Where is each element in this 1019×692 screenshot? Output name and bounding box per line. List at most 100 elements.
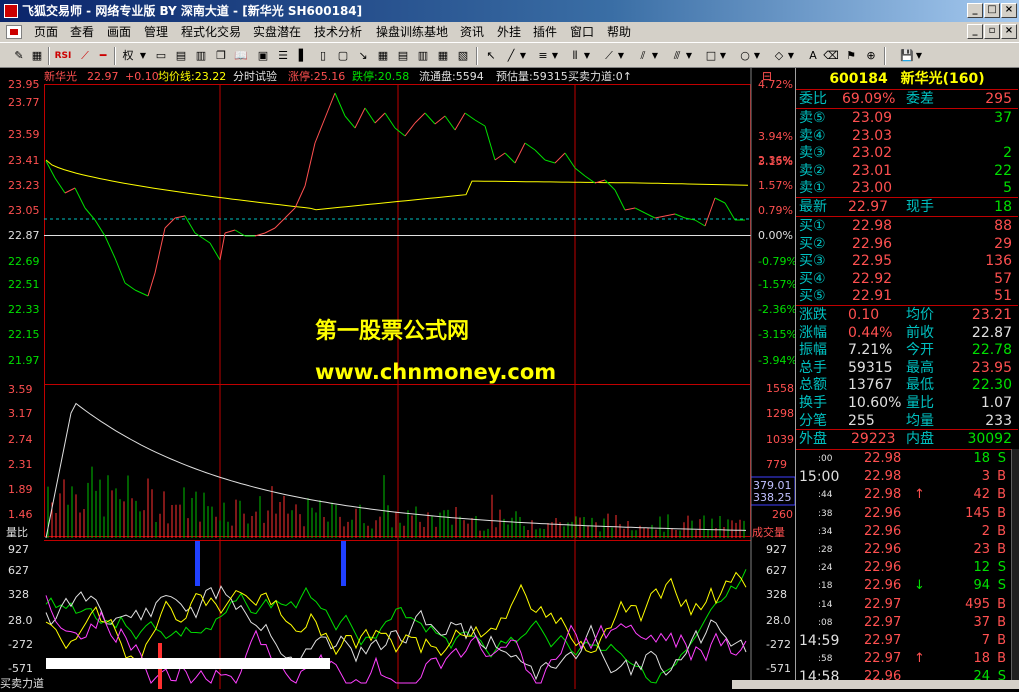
menu-tech-analysis[interactable]: 技术分析 [314, 22, 362, 42]
stat-row: 涨幅 0.44% 前收 22.87 [796, 324, 1018, 342]
close-button[interactable]: × [1001, 3, 1017, 18]
tick-price: 22.96 [864, 542, 902, 557]
ind-tick: 28.0 [766, 614, 791, 627]
rsi-button[interactable]: RSI [52, 47, 74, 65]
price-axis-right-ticks: 2.36% 1.57% 0.79% 0.00% -0.79% -1.57% -2… [758, 154, 797, 367]
erase-icon[interactable]: ⌫ [822, 47, 840, 65]
volume-cursor-value: 338.25 [753, 491, 792, 504]
doc-icon[interactable]: ▢ [334, 47, 352, 65]
stat-label: 量比 [906, 395, 934, 411]
tick-time: :08 [818, 617, 833, 628]
last-row: 最新 22.97 现手 18 [796, 198, 1018, 216]
intraday-chart[interactable]: 新华光 22.97 +0.10 均价线:23.22 分时试验 涨停:25.16 … [0, 68, 797, 690]
stat-label: 涨幅 [799, 324, 827, 341]
ind-tick: -272 [766, 638, 791, 651]
minimize-button[interactable]: _ [967, 3, 983, 18]
grid2-icon[interactable]: ▦ [374, 47, 392, 65]
buy-level-label: 买① [799, 218, 826, 234]
buy-row: 买④ 22.92 57 [796, 270, 1018, 288]
child-minimize-button[interactable]: _ [967, 24, 983, 39]
chevron-down-icon[interactable]: ▼ [718, 47, 728, 65]
menu-view[interactable]: 查看 [70, 22, 94, 42]
sell-price: 23.01 [852, 162, 893, 179]
chart-area[interactable]: 新华光 22.97 +0.10 均价线:23.22 分时试验 涨停:25.16 … [0, 68, 797, 690]
stamp-icon[interactable]: ⚑ [842, 47, 860, 65]
volume-tick: 1558 [766, 382, 794, 395]
vol-ratio-tick: 3.17 [8, 407, 33, 420]
menu-live-potential[interactable]: 实盘潜在 [253, 22, 301, 42]
stat-row: 总手 59315 最高 23.95 [796, 359, 1018, 377]
menu-plugins[interactable]: 插件 [533, 22, 557, 42]
line-icon[interactable]: ⟋ [76, 47, 94, 65]
stat-label: 分笔 [799, 412, 827, 429]
list-icon[interactable]: ☰ [274, 47, 292, 65]
menu-page[interactable]: 页面 [34, 22, 58, 42]
toggle-icon[interactable]: ⊟ [762, 69, 772, 83]
tick-row: :34 22.96 2 B [796, 524, 1018, 540]
chevron-down-icon[interactable]: ▼ [550, 47, 560, 65]
last-label: 最新 [799, 199, 827, 215]
last-value: 22.97 [848, 199, 889, 215]
child-restore-button[interactable]: ▫ [984, 24, 1000, 39]
watermark-url: www.chnmoney.com [315, 360, 556, 384]
copy-icon[interactable]: ❐ [212, 47, 230, 65]
chevron-down-icon[interactable]: ▼ [518, 47, 528, 65]
chevron-down-icon[interactable]: ▼ [786, 47, 796, 65]
scroll-bar[interactable] [46, 658, 330, 669]
panel2-icon[interactable]: ▥ [414, 47, 432, 65]
pct-tick: -0.79% [758, 255, 795, 268]
grid-icon[interactable]: ▦ [28, 47, 46, 65]
menu-plugin-ext[interactable]: 外挂 [497, 22, 521, 42]
menu-help[interactable]: 帮助 [607, 22, 631, 42]
header-avg: 均价线:23.22 [158, 69, 226, 83]
vol-ratio-tick: 2.74 [8, 433, 33, 446]
page-icon[interactable]: ▯ [314, 47, 332, 65]
stat-label: 前收 [906, 324, 934, 341]
indicator-bar [341, 541, 346, 586]
child-close-button[interactable]: × [1001, 24, 1017, 39]
panel4-icon[interactable]: ▧ [454, 47, 472, 65]
zoom-icon[interactable]: ⊕ [862, 47, 880, 65]
panel3-icon[interactable]: ▦ [434, 47, 452, 65]
chevron-down-icon[interactable]: ▼ [684, 47, 694, 65]
arrow-icon[interactable]: ↘ [354, 47, 372, 65]
window-icon[interactable]: ▭ [152, 47, 170, 65]
chevron-down-icon[interactable]: ▼ [914, 47, 924, 65]
ind-tick: -571 [8, 662, 33, 675]
chevron-down-icon[interactable]: ▼ [616, 47, 626, 65]
chevron-down-icon[interactable]: ▼ [752, 47, 762, 65]
bars-icon[interactable]: ▌ [294, 47, 312, 65]
weight-select[interactable]: 权 [118, 47, 138, 65]
outer-inner-row: 外盘 29223 内盘 30092 [796, 430, 1018, 448]
stat-label: 总额 [799, 377, 827, 394]
chevron-down-icon[interactable]: ▼ [650, 47, 660, 65]
text-icon[interactable]: A [804, 47, 822, 65]
price-tick: 22.33 [8, 303, 40, 316]
table-icon[interactable]: ▤ [172, 47, 190, 65]
tick-side: B [997, 487, 1006, 503]
chevron-down-icon[interactable]: ▼ [138, 47, 148, 65]
pencil-icon[interactable]: ✎ [10, 47, 28, 65]
tick-volume: 18 [973, 651, 990, 667]
pct-tick: 3.94% [758, 130, 793, 143]
cursor-icon[interactable]: ↖ [482, 47, 500, 65]
menu-window[interactable]: 窗口 [570, 22, 594, 42]
menu-info[interactable]: 资讯 [460, 22, 484, 42]
watermark-title: 第一股票公式网 [315, 318, 469, 344]
maximize-button[interactable]: □ [984, 3, 1000, 18]
ind-tick: 927 [766, 543, 787, 556]
quote-title: 600184 新华光(160) [796, 70, 1018, 88]
book-icon[interactable]: 📖 [232, 47, 250, 65]
chevron-down-icon[interactable]: ▼ [582, 47, 592, 65]
minus-icon[interactable]: ━ [94, 47, 112, 65]
panel-icon[interactable]: ▤ [394, 47, 412, 65]
menu-manage[interactable]: 管理 [144, 22, 168, 42]
stat-label: 振幅 [799, 342, 827, 359]
layout-icon[interactable]: ▥ [192, 47, 210, 65]
menu-screen[interactable]: 画面 [107, 22, 131, 42]
menu-program-trade[interactable]: 程式化交易 [181, 22, 241, 42]
tick-scrollbar[interactable] [1011, 449, 1019, 689]
header-estimate: 预估量:59315 [496, 70, 568, 83]
chart-icon[interactable]: ▣ [254, 47, 272, 65]
menu-training[interactable]: 操盘训练基地 [376, 22, 448, 42]
